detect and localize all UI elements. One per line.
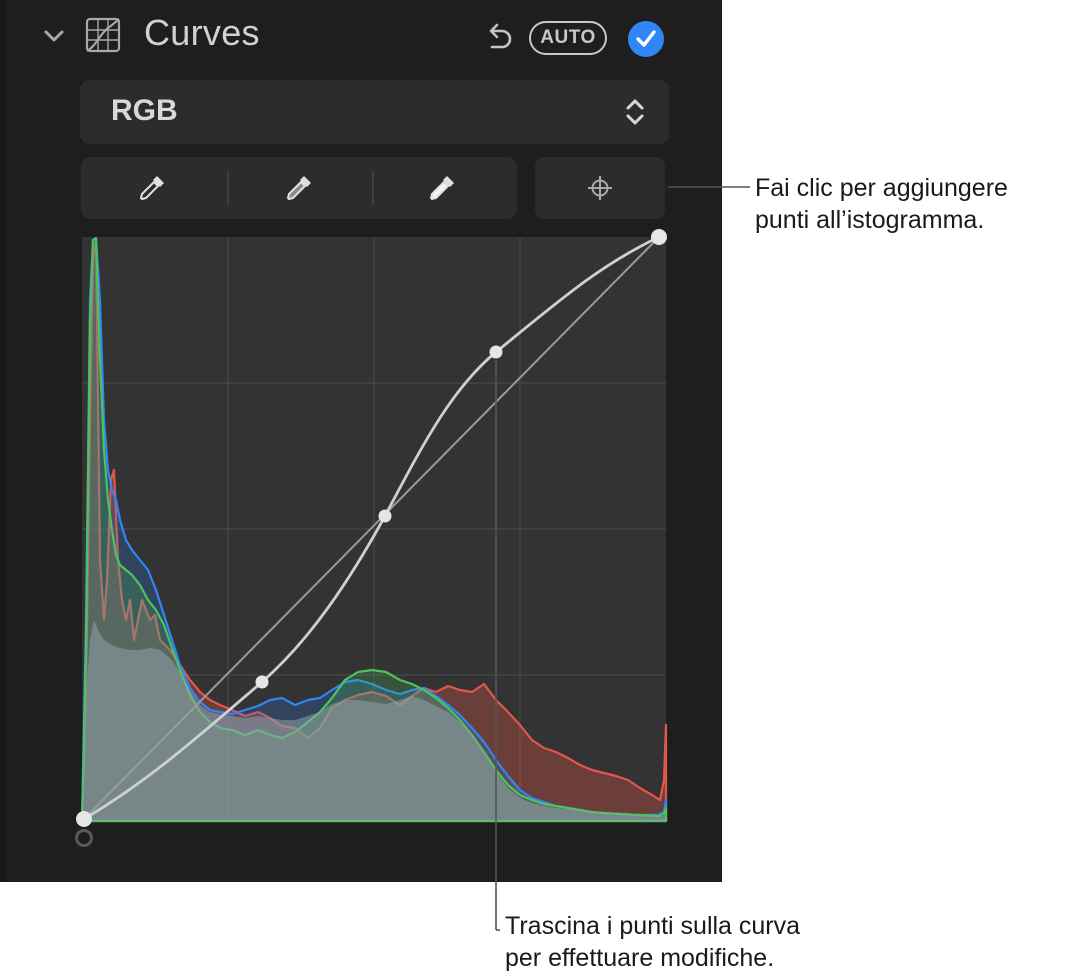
callout-text: Trascina i punti sulla curva — [505, 912, 801, 940]
curve-control-point[interactable] — [378, 509, 392, 523]
curve-control-point[interactable] — [489, 345, 503, 359]
curve-control-point[interactable] — [651, 229, 667, 245]
callout-text: Fai clic per aggiungere — [755, 174, 1008, 202]
curve-control-point[interactable] — [255, 675, 269, 689]
callout-drag-points: Trascina i punti sulla curva per effettu… — [505, 910, 800, 974]
curves-histogram[interactable] — [0, 0, 1067, 979]
black-point-marker[interactable] — [75, 829, 93, 847]
curve-control-point[interactable] — [76, 811, 92, 827]
callout-text: punti all’istogramma. — [755, 206, 985, 234]
callout-add-points: Fai clic per aggiungere punti all’istogr… — [755, 172, 1008, 236]
callout-text: per effettuare modifiche. — [505, 944, 775, 972]
